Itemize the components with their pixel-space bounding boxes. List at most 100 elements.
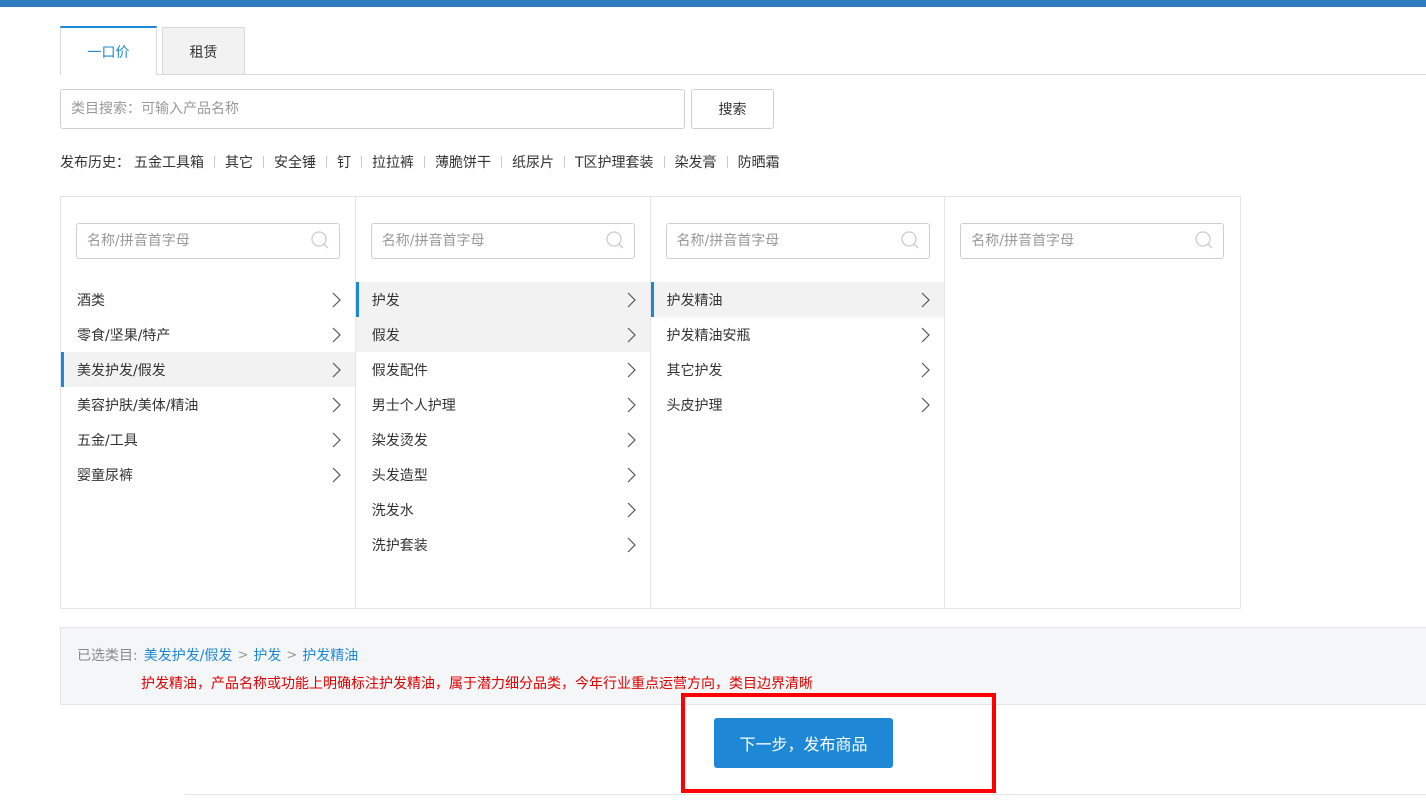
footer-divider bbox=[185, 794, 1426, 795]
chevron-right-icon bbox=[332, 467, 341, 482]
category-item[interactable]: 婴童尿裤 bbox=[61, 457, 355, 492]
selected-category-breadcrumb: 已选类目: 美发护发/假发 > 护发 > 护发精油 bbox=[77, 645, 358, 665]
category-label: 婴童尿裤 bbox=[77, 467, 133, 484]
chevron-right-icon bbox=[627, 362, 636, 377]
category-filter-input[interactable] bbox=[960, 223, 1225, 259]
search-button[interactable]: 搜索 bbox=[691, 89, 774, 129]
chevron-right-icon bbox=[921, 397, 931, 412]
history-item[interactable]: 其它 bbox=[225, 152, 253, 172]
history-separator bbox=[501, 156, 502, 168]
category-item-selected[interactable]: 美发护发/假发 bbox=[61, 352, 355, 387]
category-item[interactable]: 染发烫发 bbox=[356, 422, 650, 457]
category-item[interactable]: 头发造型 bbox=[356, 457, 650, 492]
chevron-right-icon bbox=[921, 327, 931, 342]
chevron-right-icon bbox=[627, 467, 636, 482]
chevron-right-icon bbox=[627, 502, 636, 517]
category-filter-input[interactable] bbox=[76, 223, 340, 259]
search-icon bbox=[311, 231, 329, 249]
history-item[interactable]: 安全锤 bbox=[274, 152, 316, 172]
category-label: 头皮护理 bbox=[666, 397, 723, 414]
tab-fixed-price[interactable]: 一口价 bbox=[60, 26, 157, 75]
category-item[interactable]: 男士个人护理 bbox=[356, 387, 650, 422]
history-separator bbox=[726, 156, 728, 168]
category-label: 酒类 bbox=[77, 292, 105, 309]
history-separator bbox=[361, 156, 362, 168]
history-separator bbox=[564, 156, 565, 168]
category-label: 护发精油安瓶 bbox=[666, 327, 751, 344]
category-label: 洗护套装 bbox=[371, 537, 428, 554]
category-item[interactable]: 美容护肤/美体/精油 bbox=[61, 387, 355, 422]
category-item[interactable]: 零食/坚果/特产 bbox=[61, 317, 355, 352]
category-label: 染发烫发 bbox=[371, 432, 428, 449]
chevron-right-icon bbox=[627, 537, 636, 552]
category-label: 护发 bbox=[371, 292, 400, 309]
category-label: 男士个人护理 bbox=[371, 397, 456, 414]
category-label: 头发造型 bbox=[371, 467, 428, 484]
selected-category-label: 已选类目: bbox=[77, 648, 138, 664]
history-item[interactable]: 防晒霜 bbox=[738, 152, 780, 172]
category-label: 美容护肤/美体/精油 bbox=[77, 397, 199, 414]
category-item[interactable]: 洗护套装 bbox=[356, 527, 650, 562]
history-label: 发布历史： bbox=[60, 155, 130, 171]
top-bar bbox=[0, 0, 1426, 7]
category-item[interactable]: 假发配件 bbox=[356, 352, 650, 387]
chevron-right-icon bbox=[627, 292, 636, 307]
history-item[interactable]: 拉拉裤 bbox=[372, 152, 414, 172]
chevron-right-icon bbox=[332, 432, 341, 447]
category-column-level-1: 酒类 零食/坚果/特产 美发护发/假发 美容护肤/美体/精油 五金/工具 婴童尿… bbox=[61, 197, 356, 608]
category-label: 洗发水 bbox=[371, 502, 414, 519]
breadcrumb-level-1[interactable]: 美发护发/假发 bbox=[144, 645, 233, 665]
chevron-right-icon bbox=[332, 362, 341, 377]
tab-divider bbox=[60, 74, 1426, 75]
category-item[interactable]: 酒类 bbox=[61, 282, 355, 317]
category-label: 假发配件 bbox=[371, 362, 428, 379]
category-label: 五金/工具 bbox=[77, 432, 138, 449]
search-icon bbox=[1195, 231, 1213, 249]
chevron-right-icon: > bbox=[237, 647, 249, 663]
category-column-level-3: 护发精油 护发精油安瓶 其它护发 头皮护理 bbox=[650, 197, 946, 608]
category-item[interactable]: 洗发水 bbox=[356, 492, 650, 527]
history-separator bbox=[663, 156, 665, 168]
chevron-right-icon bbox=[627, 327, 636, 342]
category-item[interactable]: 五金/工具 bbox=[61, 422, 355, 457]
search-icon bbox=[606, 231, 624, 249]
history-separator bbox=[214, 156, 215, 168]
category-notice: 护发精油，产品名称或功能上明确标注护发精油，属于潜力细分品类，今年行业重点运营方… bbox=[141, 676, 813, 692]
category-picker: 酒类 零食/坚果/特产 美发护发/假发 美容护肤/美体/精油 五金/工具 婴童尿… bbox=[60, 196, 1241, 609]
category-item[interactable]: 护发精油安瓶 bbox=[651, 317, 945, 352]
history-item[interactable]: 纸尿片 bbox=[512, 152, 554, 172]
breadcrumb-level-3[interactable]: 护发精油 bbox=[302, 645, 358, 665]
chevron-right-icon bbox=[627, 397, 636, 412]
category-search-input[interactable] bbox=[60, 89, 685, 129]
category-item-selected[interactable]: 护发 bbox=[355, 282, 650, 317]
category-label: 其它护发 bbox=[666, 362, 723, 379]
chevron-right-icon bbox=[332, 292, 341, 307]
chevron-right-icon: > bbox=[286, 647, 298, 663]
history-item[interactable]: 五金工具箱 bbox=[134, 152, 204, 172]
category-filter-input[interactable] bbox=[370, 223, 635, 259]
tab-rental[interactable]: 租赁 bbox=[162, 27, 245, 75]
history-item[interactable]: 染发膏 bbox=[675, 152, 717, 172]
category-item[interactable]: 假发 bbox=[355, 317, 650, 352]
next-publish-button[interactable]: 下一步，发布商品 bbox=[714, 718, 893, 768]
category-column-level-4 bbox=[945, 197, 1240, 608]
category-label: 零食/坚果/特产 bbox=[77, 327, 171, 344]
history-separator bbox=[424, 156, 425, 168]
category-item[interactable]: 头皮护理 bbox=[651, 387, 945, 422]
chevron-right-icon bbox=[921, 362, 931, 377]
category-item-selected[interactable]: 护发精油 bbox=[650, 282, 945, 317]
history-item[interactable]: 薄脆饼干 bbox=[435, 152, 491, 172]
category-filter-input[interactable] bbox=[665, 223, 930, 259]
history-item[interactable]: T区护理套装 bbox=[575, 152, 654, 172]
category-item[interactable]: 其它护发 bbox=[651, 352, 945, 387]
search-icon bbox=[900, 231, 918, 249]
chevron-right-icon bbox=[332, 327, 341, 342]
chevron-right-icon bbox=[627, 432, 636, 447]
breadcrumb-level-2[interactable]: 护发 bbox=[253, 645, 281, 665]
history-separator bbox=[326, 156, 327, 168]
category-label: 护发精油 bbox=[666, 292, 723, 309]
history-separator bbox=[263, 156, 264, 168]
chevron-right-icon bbox=[921, 292, 931, 307]
category-label: 美发护发/假发 bbox=[77, 362, 166, 379]
history-item[interactable]: 钉 bbox=[337, 152, 351, 172]
